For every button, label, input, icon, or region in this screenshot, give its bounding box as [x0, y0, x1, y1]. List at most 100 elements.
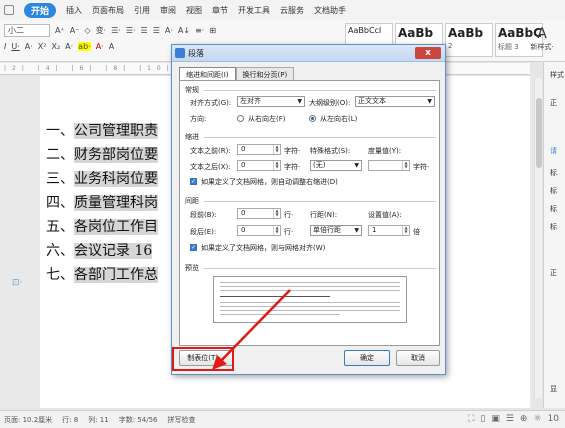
ltr-label[interactable]: 从左向右(L) — [320, 114, 357, 124]
menu-cloud[interactable]: 云服务 — [280, 5, 304, 16]
char-border-icon[interactable]: A — [109, 42, 114, 51]
space-after-spinner[interactable]: 0 ▲ ▼ — [237, 225, 281, 236]
panel-item[interactable]: 显 — [550, 384, 557, 394]
toc-line[interactable]: 六、会议记录 16 — [46, 240, 153, 260]
zoom-level[interactable]: 10 — [548, 414, 559, 424]
focus-mode-icon[interactable]: ⛶ — [468, 414, 474, 424]
chevron-down-icon: ▼ — [354, 227, 359, 234]
pinyin-icon[interactable]: 变· — [96, 25, 107, 36]
menu-view[interactable]: 视图 — [186, 5, 202, 16]
shrink-font-icon[interactable]: A⁻ — [70, 26, 80, 35]
quick-access-icon[interactable] — [4, 5, 14, 15]
indent-before-spinner[interactable]: 0 ▲ ▼ — [237, 144, 281, 155]
italic-icon[interactable]: I — [4, 42, 6, 51]
line-spacing-select[interactable]: 单倍行距 ▼ — [310, 225, 362, 236]
space-before-spinner[interactable]: 0 ▲ ▼ — [237, 208, 281, 219]
indent-after-unit[interactable]: 字符· — [284, 162, 300, 172]
rtl-label[interactable]: 从右向左(F) — [248, 114, 286, 124]
paragraph-handle-icon[interactable]: ⊡· — [12, 278, 22, 288]
panel-item[interactable]: 标 — [550, 204, 557, 214]
app-icon — [175, 48, 185, 58]
strikethrough-icon[interactable]: A· — [25, 42, 33, 51]
show-marks-icon[interactable]: ≡· — [195, 26, 204, 35]
toc-line[interactable]: 三、业务科岗位要 — [46, 168, 158, 188]
measure-spinner[interactable]: ▲ ▼ — [368, 160, 410, 171]
menu-page-layout[interactable]: 页面布局 — [92, 5, 124, 16]
clear-format-icon[interactable]: ◇ — [84, 26, 90, 35]
cancel-button[interactable]: 取消 — [396, 350, 440, 366]
measure-unit[interactable]: 字符· — [413, 162, 429, 172]
indent-before-label: 文本之前(R): — [190, 147, 231, 155]
text-effect-icon[interactable]: A· — [65, 42, 73, 51]
auto-right-indent-checkbox[interactable]: ✓ — [190, 178, 197, 185]
space-after-unit[interactable]: 行· — [284, 227, 293, 237]
panel-item[interactable]: 标 — [550, 168, 557, 178]
divider — [204, 268, 436, 269]
font-size-select[interactable]: 小二 — [4, 24, 50, 37]
menu-doc-assistant[interactable]: 文档助手 — [314, 5, 346, 16]
panel-item[interactable]: 正 — [550, 98, 557, 108]
snap-to-grid-label[interactable]: 如果定义了文档网格，则与网格对齐(W) — [201, 243, 325, 253]
setting-value-label: 设置值(A): — [368, 211, 402, 219]
indent-after-spinner[interactable]: 0 ▲ ▼ — [237, 160, 281, 171]
print-layout-icon[interactable]: ▣ — [491, 414, 500, 424]
rtl-radio[interactable] — [237, 115, 244, 122]
chinese-layout-icon[interactable]: A· — [165, 26, 173, 35]
status-bar: 页面: 10.2厘米 行: 8 列: 11 字数: 54/56 拼写检查 ⛶ ▯… — [0, 410, 565, 428]
snap-to-grid-checkbox[interactable]: ✓ — [190, 244, 197, 251]
menu-start[interactable]: 开始 — [24, 2, 57, 18]
toc-line[interactable]: 四、质量管理科岗 — [46, 192, 158, 212]
scrollbar-thumb[interactable] — [536, 98, 542, 168]
close-button[interactable]: x — [415, 47, 441, 59]
chevron-down-icon: ▼ — [297, 98, 302, 105]
grow-font-icon[interactable]: A⁺ — [55, 26, 65, 35]
indent-decrease-icon[interactable]: ☰ — [141, 26, 148, 35]
indent-increase-icon[interactable]: ☰ — [153, 26, 160, 35]
web-view-icon[interactable]: ⊕ — [520, 414, 528, 424]
outline-view-icon[interactable]: ☰ — [506, 414, 514, 424]
indent-before-unit[interactable]: 字符· — [284, 146, 300, 156]
panel-styles-label[interactable]: 样式 — [550, 70, 564, 80]
panel-item[interactable]: 标 — [550, 186, 557, 196]
subscript-icon[interactable]: X₂ — [51, 42, 60, 51]
space-before-unit[interactable]: 行· — [284, 210, 293, 220]
new-style-button[interactable]: A 新样式· — [522, 26, 562, 52]
sort-icon[interactable]: A↓ — [178, 26, 190, 35]
menu-developer[interactable]: 开发工具 — [238, 5, 270, 16]
toc-line[interactable]: 七、各部门工作总 — [46, 264, 158, 284]
superscript-icon[interactable]: X² — [38, 42, 47, 51]
vertical-scrollbar[interactable] — [534, 78, 542, 398]
eye-protect-icon[interactable]: ☼ — [533, 414, 541, 424]
divider — [204, 90, 436, 91]
toc-line[interactable]: 五、各岗位工作目 — [46, 216, 158, 236]
outline-level-select[interactable]: 正文文本 ▼ — [355, 96, 435, 107]
menu-insert[interactable]: 插入 — [66, 5, 82, 16]
alignment-label: 对齐方式(G): — [190, 99, 232, 107]
ok-button[interactable]: 确定 — [344, 350, 390, 366]
panel-item[interactable]: 请 — [550, 146, 557, 156]
font-color-icon[interactable]: A· — [96, 42, 104, 51]
underline-icon[interactable]: U· — [11, 42, 19, 51]
numbering-icon[interactable]: ☰· — [126, 26, 136, 35]
dialog-titlebar[interactable]: 段落 x — [172, 45, 445, 62]
style-heading-2[interactable]: AaBb 2 — [445, 23, 493, 57]
menu-references[interactable]: 引用 — [134, 5, 150, 16]
page-view-icon[interactable]: ▯ — [480, 414, 485, 424]
borders-icon[interactable]: ⊞ — [209, 26, 216, 35]
alignment-select[interactable]: 左对齐 ▼ — [237, 96, 305, 107]
toc-line[interactable]: 二、财务部岗位要 — [46, 144, 158, 164]
dialog-title: 段落 — [188, 49, 204, 58]
status-spellcheck[interactable]: 拼写检查 — [167, 415, 195, 425]
panel-item[interactable]: 正 — [550, 268, 557, 278]
panel-item[interactable]: 标 — [550, 222, 557, 232]
special-format-select[interactable]: (无) ▼ — [310, 160, 362, 171]
ltr-radio[interactable] — [309, 115, 316, 122]
highlight-icon[interactable]: ab· — [78, 42, 91, 51]
toc-line[interactable]: 一、公司管理职责 — [46, 120, 158, 140]
menu-review[interactable]: 审阅 — [160, 5, 176, 16]
auto-right-indent-label[interactable]: 如果定义了文档网格，则自动调整右缩进(D) — [201, 177, 338, 187]
menu-section[interactable]: 章节 — [212, 5, 228, 16]
status-word-count[interactable]: 字数: 54/56 — [119, 415, 158, 425]
bullets-icon[interactable]: ☰· — [111, 26, 121, 35]
setting-value-spinner[interactable]: 1 ▲ ▼ — [368, 225, 410, 236]
